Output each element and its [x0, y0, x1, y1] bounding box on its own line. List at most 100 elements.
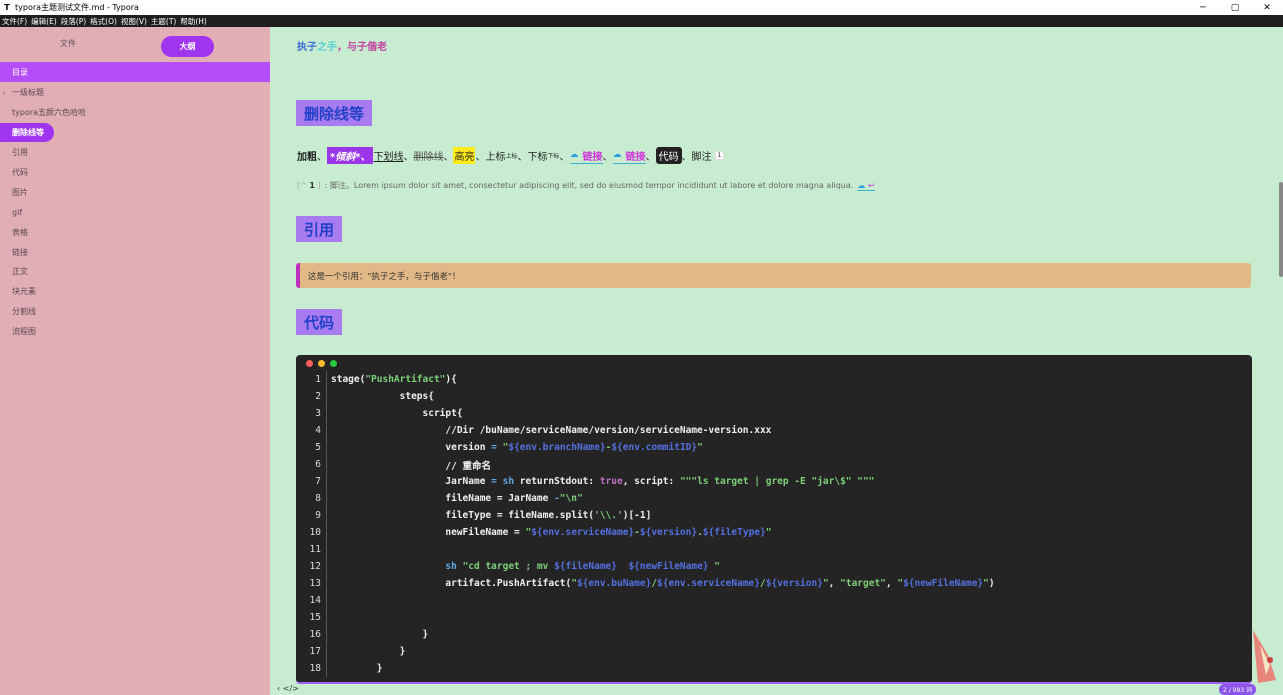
code-line: 14: [296, 592, 1252, 609]
sidebar-item-8[interactable]: 链接: [0, 242, 270, 262]
sidebar-item-9[interactable]: 正文: [0, 262, 270, 282]
minimize-icon[interactable]: ─: [1187, 0, 1219, 15]
sidebar-item-11[interactable]: 分割线: [0, 302, 270, 322]
cloud-icon: ☁: [569, 150, 579, 160]
code-text: steps{: [326, 388, 434, 405]
maximize-dot-icon: [330, 360, 337, 367]
sidebar-item-0[interactable]: › 一级标题: [0, 83, 270, 103]
sidebar-item-label: typora五颜六色哈哈: [12, 108, 87, 118]
separator: 、: [443, 152, 454, 163]
footnote-ref[interactable]: 1: [714, 151, 725, 160]
separator: 、: [559, 152, 570, 163]
outline-header-toc[interactable]: 目录: [0, 62, 270, 82]
blockquote: 这是一个引用："执子之手，与子偕老"！: [296, 263, 1251, 288]
code-token: ): [988, 578, 995, 589]
chevron-right-icon[interactable]: ›: [3, 89, 6, 97]
separator: 、: [602, 152, 613, 163]
footnote-text: : 脚注。Lorem ipsum dolor sit amet, consect…: [324, 181, 854, 190]
close-icon[interactable]: ✕: [1251, 0, 1283, 15]
code-token: //Dir /buName/serviceName/version/servic…: [331, 425, 772, 436]
line-number: 1: [315, 374, 321, 385]
sidebar-item-3[interactable]: 引用: [0, 143, 270, 163]
link-2[interactable]: ☁ 链接: [612, 148, 646, 164]
scrollbar-thumb[interactable]: [1279, 182, 1283, 277]
link-2-text: 链接: [625, 151, 646, 163]
code-token: }: [331, 646, 406, 657]
sidebar-item-label: gif: [12, 207, 23, 217]
link-1-text: 链接: [582, 151, 603, 163]
maximize-icon[interactable]: ▢: [1219, 0, 1251, 15]
editor-content[interactable]: 执子之手，与子偕老 删除线等 加粗、 *倾斜*、 下划线、 删除线、 高亮、 上…: [270, 27, 1283, 695]
footnote-prefix: [^: [297, 181, 307, 190]
footnote-backlink[interactable]: ☁ ↩: [857, 180, 875, 191]
code-token: ": [708, 561, 720, 572]
code-line: 13 artifact.PushArtifact(" ${env.buName} /…: [296, 575, 1252, 592]
title-bar: T typora主题测试文件.md - Typora ─ ▢ ✕: [0, 0, 1283, 15]
code-line: 16 }: [296, 626, 1252, 643]
line-number: 3: [315, 408, 321, 419]
line-number: 5: [315, 442, 321, 453]
sidebar-tabs: 文件 大纲: [0, 27, 270, 62]
menu-help[interactable]: 帮助(H): [180, 16, 207, 27]
code-token: version: [331, 442, 492, 453]
sidebar-item-1[interactable]: typora五颜六色哈哈: [0, 103, 270, 123]
code-token: stage(: [331, 374, 366, 385]
sidebar-item-5[interactable]: 图片: [0, 182, 270, 202]
window-controls: ─ ▢ ✕: [1187, 0, 1283, 15]
sidebar-item-7[interactable]: 表格: [0, 222, 270, 242]
menu-paragraph[interactable]: 段落(P): [61, 16, 86, 27]
typora-app-icon: T: [4, 3, 10, 12]
code-line: 3 script{: [296, 405, 1252, 422]
code-token: =: [491, 442, 503, 453]
sidebar-item-2[interactable]: 删除线等: [0, 123, 270, 143]
sidebar-item-label: 流程图: [12, 327, 36, 337]
code-block[interactable]: 1 stage("PushArtifact"){2 steps{3 script{…: [296, 355, 1252, 684]
code-token: ${env.commitID}: [611, 442, 698, 453]
code-line: 5 version = " ${env.branchName} - ${env.com…: [296, 439, 1252, 456]
bold-text: 加粗: [297, 152, 317, 163]
return-icon: ↩: [867, 180, 875, 190]
sidebar-item-6[interactable]: gif: [0, 202, 270, 222]
code-token: fileName = JarName: [331, 493, 555, 504]
code-token: }: [331, 663, 383, 674]
sidebar-item-4[interactable]: 代码: [0, 163, 270, 183]
code-text: [326, 541, 331, 558]
menu-view[interactable]: 视图(V): [121, 16, 147, 27]
tab-outline[interactable]: 大纲: [161, 36, 214, 57]
code-token: // 重命名: [331, 460, 492, 472]
code-token: ${fileName}: [554, 561, 617, 572]
quote-part-3: ，与子偕老: [337, 42, 387, 53]
quote-part-2: 之手: [317, 42, 337, 53]
code-line: 17 }: [296, 643, 1252, 660]
code-text: fileName = JarName - "\n": [326, 490, 583, 507]
code-token: ,: [885, 578, 898, 589]
line-number: 14: [309, 595, 321, 606]
sidebar-item-10[interactable]: 块元素: [0, 282, 270, 302]
tab-files[interactable]: 文件: [60, 38, 76, 49]
mascot-illustration: [1253, 630, 1276, 683]
line-number: 15: [309, 612, 321, 623]
code-token: ${newFileName}: [903, 578, 984, 589]
separator: 、: [645, 152, 656, 163]
strikethrough-text: 删除线: [413, 152, 444, 163]
menu-theme[interactable]: 主题(T): [151, 16, 176, 27]
window-dots: [306, 360, 342, 367]
menu-format[interactable]: 格式(O): [90, 16, 117, 27]
sidebar-item-label: 删除线等: [0, 123, 54, 143]
sidebar-item-12[interactable]: 流程图: [0, 322, 270, 342]
code-token: , script:: [622, 476, 680, 487]
menu-edit[interactable]: 编辑(E): [31, 16, 57, 27]
link-1[interactable]: ☁ 链接: [569, 148, 603, 164]
code-token: ${env.serviceName}: [657, 578, 760, 589]
code-token: ": [697, 442, 703, 453]
code-line: 12 sh "cd target ; mv ${fileName} ${newF…: [296, 558, 1252, 575]
menu-file[interactable]: 文件(F): [2, 16, 27, 27]
code-text: [326, 609, 331, 626]
status-toggle-sidebar[interactable]: ‹ </>: [277, 684, 299, 693]
code-text: artifact.PushArtifact(" ${env.buName} / ${e…: [326, 575, 995, 592]
code-token: artifact.PushArtifact(: [331, 578, 572, 589]
close-dot-icon: [306, 360, 313, 367]
code-token: ${newFileName}: [628, 561, 709, 572]
highlight-text: 高亮: [453, 147, 476, 164]
word-count-badge[interactable]: 2 / 983 词: [1219, 684, 1257, 695]
